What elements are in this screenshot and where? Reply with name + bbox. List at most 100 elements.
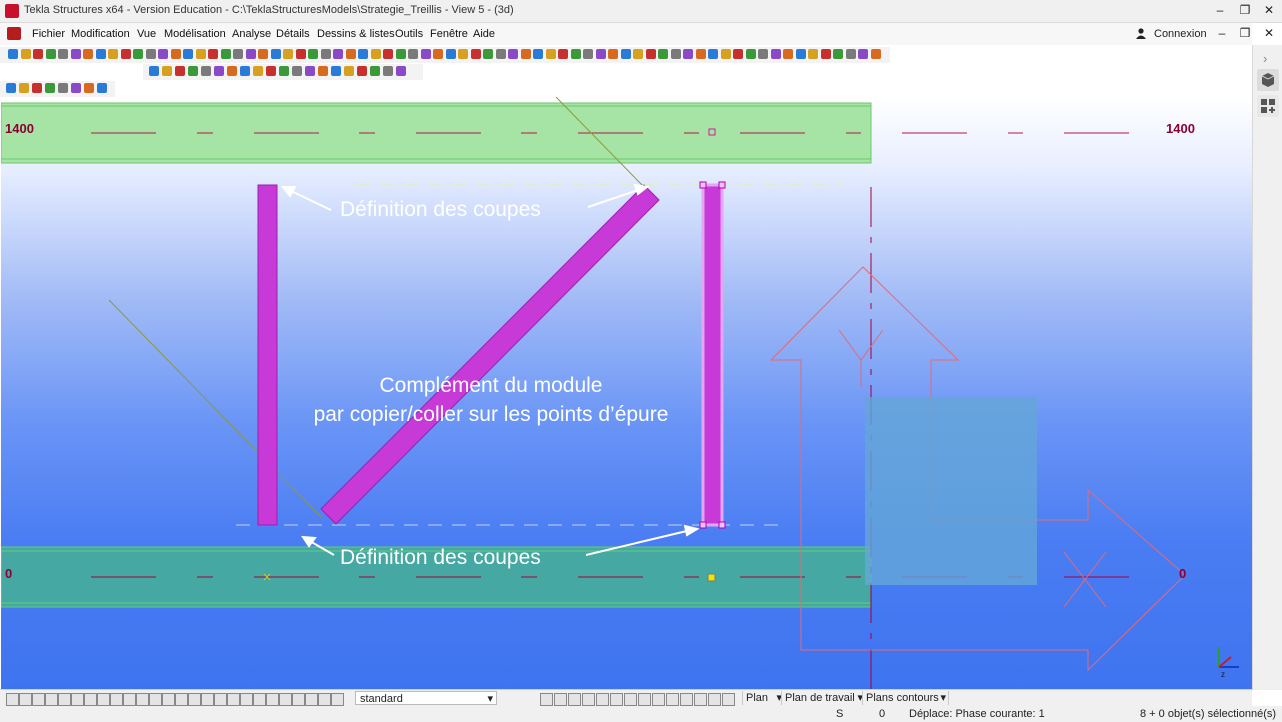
handle-point-marker[interactable] <box>707 573 716 582</box>
selection-switch-icon[interactable] <box>568 693 581 706</box>
toolbar-tool-icon[interactable] <box>520 49 531 59</box>
toolbar-tool-icon[interactable] <box>270 49 281 59</box>
toolbar-tool-icon[interactable] <box>120 49 131 59</box>
menu-fichier[interactable]: Fichier <box>32 28 65 40</box>
toolbar-tool-icon[interactable] <box>170 49 181 59</box>
toolbar-tool-icon[interactable] <box>420 49 431 59</box>
selection-switch-icon[interactable] <box>638 693 651 706</box>
selection-switch-icon[interactable] <box>175 693 188 706</box>
selection-switch-icon[interactable] <box>610 693 623 706</box>
toolbar-tool-icon[interactable] <box>733 49 743 59</box>
modeling-tool-icon[interactable] <box>253 66 263 76</box>
modeling-tool-icon[interactable] <box>370 66 380 76</box>
selection-switch-icon[interactable] <box>652 693 665 706</box>
toolbar-tool-icon[interactable] <box>495 49 506 59</box>
selection-switch-icon[interactable] <box>331 693 344 706</box>
chevron-right-icon[interactable]: › <box>1263 51 1267 66</box>
menu-modification[interactable]: Modification <box>71 28 130 40</box>
toolbar-tool-icon[interactable] <box>8 49 18 59</box>
toolbar-tool-icon[interactable] <box>683 49 693 59</box>
modeling-tool-icon[interactable] <box>240 66 250 76</box>
toolbar-tool-icon[interactable] <box>483 49 493 59</box>
selection-switch-icon[interactable] <box>71 693 84 706</box>
tekla-menu-icon[interactable] <box>7 27 21 40</box>
view-tool-icon[interactable] <box>6 83 16 93</box>
modeling-tool-icon[interactable] <box>357 66 367 76</box>
toolbar-tool-icon[interactable] <box>570 49 581 59</box>
selection-switch-icon[interactable] <box>97 693 110 706</box>
toolbar-tool-icon[interactable] <box>358 49 368 59</box>
component-catalog-icon[interactable] <box>1257 95 1279 117</box>
selection-switch-icon[interactable] <box>32 693 45 706</box>
selection-switch-icon[interactable] <box>214 693 227 706</box>
selection-switch-icon[interactable] <box>694 693 707 706</box>
modeling-tool-icon[interactable] <box>175 66 185 76</box>
toolbar-tool-icon[interactable] <box>720 49 731 59</box>
menu-aide[interactable]: Aide <box>473 28 495 40</box>
inner-restore-button[interactable]: ❐ <box>1233 26 1257 42</box>
toolbar-tool-icon[interactable] <box>45 49 56 59</box>
toolbar-tool-icon[interactable] <box>295 49 306 59</box>
selection-switch-icon[interactable] <box>123 693 136 706</box>
toolbar-tool-icon[interactable] <box>695 49 706 59</box>
selection-switch-icon[interactable] <box>292 693 305 706</box>
connexion-link[interactable]: Connexion <box>1154 28 1207 40</box>
toolbar-tool-icon[interactable] <box>370 49 381 59</box>
toolbar-tool-icon[interactable] <box>658 49 668 59</box>
toolbar-tool-icon[interactable] <box>783 49 793 59</box>
toolbar-tool-icon[interactable] <box>195 49 206 59</box>
selection-switch-icon[interactable] <box>266 693 279 706</box>
modeling-tool-icon[interactable] <box>305 66 315 76</box>
toolbar-tool-icon[interactable] <box>745 49 756 59</box>
selection-switch-icon[interactable] <box>240 693 253 706</box>
modeling-tool-icon[interactable] <box>292 66 302 76</box>
toolbar-tool-icon[interactable] <box>395 49 406 59</box>
selection-switch-icon[interactable] <box>227 693 240 706</box>
toolbar-tool-icon[interactable] <box>283 49 293 59</box>
modeling-tool-icon[interactable] <box>383 66 393 76</box>
toolbar-tool-icon[interactable] <box>820 49 831 59</box>
menu-analyse[interactable]: Analyse <box>232 28 271 40</box>
selection-switch-icon[interactable] <box>708 693 721 706</box>
menu-dessins-listes[interactable]: Dessins & listes <box>317 28 395 40</box>
toolbar-tool-icon[interactable] <box>333 49 343 59</box>
toolbar-tool-icon[interactable] <box>583 49 593 59</box>
modeling-tool-icon[interactable] <box>149 66 159 76</box>
selection-switch-icon[interactable] <box>201 693 214 706</box>
toolbar-tool-icon[interactable] <box>470 49 481 59</box>
toolbar-tool-icon[interactable] <box>670 49 681 59</box>
vertical-member-left[interactable] <box>257 184 278 526</box>
view-tool-icon[interactable] <box>19 83 29 93</box>
selection-switch-icon[interactable] <box>540 693 553 706</box>
selection-switch-icon[interactable] <box>624 693 637 706</box>
minimize-button[interactable]: – <box>1208 3 1232 19</box>
selection-switch-icon[interactable] <box>136 693 149 706</box>
view-tool-icon[interactable] <box>84 83 94 93</box>
modeling-tool-icon[interactable] <box>318 66 328 76</box>
menu-outils[interactable]: Outils <box>395 28 423 40</box>
model-view-3d[interactable]: z 1400 1400 0 0 Définition des coupes Dé… <box>1 97 1252 689</box>
modeling-tool-icon[interactable] <box>214 66 224 76</box>
inner-minimize-button[interactable]: – <box>1210 26 1234 42</box>
toolbar-tool-icon[interactable] <box>645 49 656 59</box>
modeling-tool-icon[interactable] <box>201 66 211 76</box>
toolbar-tool-icon[interactable] <box>758 49 768 59</box>
view-tool-icon[interactable] <box>32 83 42 93</box>
toolbar-tool-icon[interactable] <box>145 49 156 59</box>
modeling-tool-icon[interactable] <box>266 66 276 76</box>
toolbar-tool-icon[interactable] <box>70 49 81 59</box>
selection-switch-icon[interactable] <box>6 693 19 706</box>
selection-switch-icon[interactable] <box>253 693 266 706</box>
toolbar-tool-icon[interactable] <box>858 49 868 59</box>
toolbar-tool-icon[interactable] <box>20 49 31 59</box>
toolbar-tool-icon[interactable] <box>133 49 143 59</box>
toolbar-tool-icon[interactable] <box>770 49 781 59</box>
toolbar-tool-icon[interactable] <box>870 49 881 59</box>
modeling-tool-icon[interactable] <box>227 66 237 76</box>
selection-switch-icon[interactable] <box>554 693 567 706</box>
selection-switch-icon[interactable] <box>666 693 679 706</box>
selection-switch-icon[interactable] <box>45 693 58 706</box>
selection-switch-icon[interactable] <box>305 693 318 706</box>
toolbar-tool-icon[interactable] <box>508 49 518 59</box>
toolbar-tool-icon[interactable] <box>845 49 856 59</box>
